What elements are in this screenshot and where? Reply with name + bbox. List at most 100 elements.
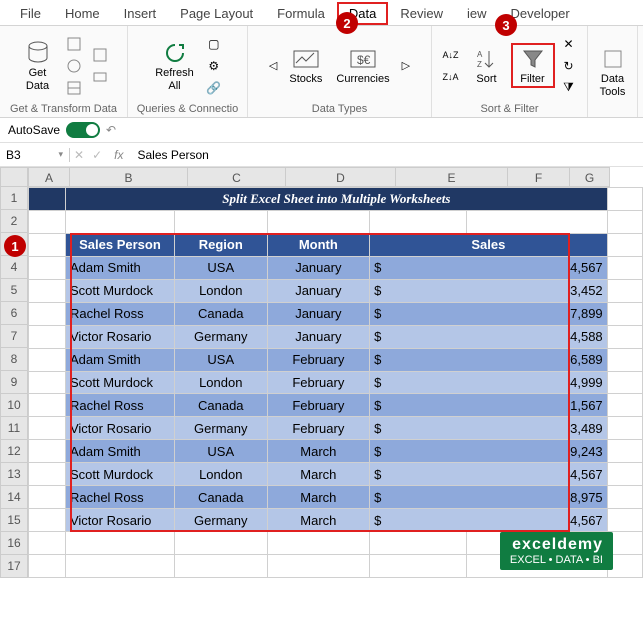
row-header-12[interactable]: 12 bbox=[0, 440, 28, 463]
formula-input[interactable]: Sales Person bbox=[131, 148, 643, 162]
cell-blank[interactable] bbox=[29, 463, 66, 486]
cell-person[interactable]: Rachel Ross bbox=[65, 486, 174, 509]
col-header-G[interactable]: G bbox=[570, 167, 610, 187]
cell-blank[interactable] bbox=[29, 210, 66, 233]
cell-person[interactable]: Adam Smith bbox=[65, 256, 174, 279]
cell-currency[interactable]: $ bbox=[370, 463, 467, 486]
cell-person[interactable]: Rachel Ross bbox=[65, 302, 174, 325]
header-sales-person[interactable]: Sales Person bbox=[65, 233, 174, 256]
currencies-button[interactable]: $€ Currencies bbox=[330, 43, 395, 87]
cell-currency[interactable]: $ bbox=[370, 394, 467, 417]
header-region[interactable]: Region bbox=[174, 233, 267, 256]
cell-person[interactable]: Rachel Ross bbox=[65, 394, 174, 417]
cell-person[interactable]: Victor Rosario bbox=[65, 417, 174, 440]
row-header-1[interactable]: 1 bbox=[0, 187, 28, 210]
cell-sales[interactable]: 4,567 bbox=[467, 509, 607, 532]
cell-blank[interactable] bbox=[607, 509, 642, 532]
cell-blank[interactable] bbox=[607, 325, 642, 348]
cell-region[interactable]: Germany bbox=[174, 509, 267, 532]
cell-blank[interactable] bbox=[65, 532, 174, 555]
cell-month[interactable]: January bbox=[267, 279, 370, 302]
cell-month[interactable]: March bbox=[267, 463, 370, 486]
advanced-icon[interactable]: ⧩ bbox=[559, 78, 579, 98]
cell-currency[interactable]: $ bbox=[370, 417, 467, 440]
from-table-icon[interactable] bbox=[64, 78, 84, 98]
select-all-corner[interactable] bbox=[0, 167, 28, 187]
clear-filter-icon[interactable]: ✕ bbox=[559, 34, 579, 54]
col-header-E[interactable]: E bbox=[396, 167, 508, 187]
cell-month[interactable]: February bbox=[267, 348, 370, 371]
cell-month[interactable]: February bbox=[267, 417, 370, 440]
row-header-4[interactable]: 4 bbox=[0, 256, 28, 279]
cancel-icon[interactable]: ✕ bbox=[70, 148, 88, 162]
cell-region[interactable]: Germany bbox=[174, 325, 267, 348]
next-datatype-icon[interactable]: ▷ bbox=[398, 57, 414, 74]
cell-blank[interactable] bbox=[370, 532, 467, 555]
cell-blank[interactable] bbox=[607, 417, 642, 440]
cell-person[interactable]: Scott Murdock bbox=[65, 371, 174, 394]
cell-sales[interactable]: 4,999 bbox=[467, 371, 607, 394]
col-header-C[interactable]: C bbox=[188, 167, 286, 187]
cell-currency[interactable]: $ bbox=[370, 440, 467, 463]
tab-home[interactable]: Home bbox=[53, 2, 112, 25]
cell-person[interactable]: Scott Murdock bbox=[65, 463, 174, 486]
cell-sales[interactable]: 4,567 bbox=[467, 256, 607, 279]
get-data-button[interactable]: Get Data bbox=[16, 37, 60, 93]
row-header-17[interactable]: 17 bbox=[0, 555, 28, 578]
cell-month[interactable]: March bbox=[267, 486, 370, 509]
col-header-A[interactable]: A bbox=[28, 167, 70, 187]
cell-blank[interactable] bbox=[29, 440, 66, 463]
col-header-D[interactable]: D bbox=[286, 167, 396, 187]
row-header-15[interactable]: 15 bbox=[0, 509, 28, 532]
cell-month[interactable]: February bbox=[267, 371, 370, 394]
reapply-icon[interactable]: ↻ bbox=[559, 56, 579, 76]
enter-icon[interactable]: ✓ bbox=[88, 148, 106, 162]
cell-person[interactable]: Scott Murdock bbox=[65, 279, 174, 302]
cell-currency[interactable]: $ bbox=[370, 486, 467, 509]
cell-blank[interactable] bbox=[29, 532, 66, 555]
tab-review[interactable]: Review bbox=[388, 2, 455, 25]
autosave-toggle[interactable] bbox=[66, 122, 100, 138]
from-web-icon[interactable] bbox=[64, 56, 84, 76]
cell-blank[interactable] bbox=[29, 233, 66, 256]
cell-sales[interactable]: 8,975 bbox=[467, 486, 607, 509]
cell-region[interactable]: Canada bbox=[174, 302, 267, 325]
cell-region[interactable]: London bbox=[174, 279, 267, 302]
cell-blank[interactable] bbox=[29, 348, 66, 371]
row-header-9[interactable]: 9 bbox=[0, 371, 28, 394]
col-header-F[interactable]: F bbox=[508, 167, 570, 187]
stocks-button[interactable]: Stocks bbox=[283, 43, 328, 87]
cell-blank[interactable] bbox=[65, 555, 174, 578]
cell-currency[interactable]: $ bbox=[370, 256, 467, 279]
cell-sales[interactable]: 3,452 bbox=[467, 279, 607, 302]
row-header-8[interactable]: 8 bbox=[0, 348, 28, 371]
refresh-all-button[interactable]: Refresh All bbox=[149, 37, 200, 93]
col-header-B[interactable]: B bbox=[70, 167, 188, 187]
cell-person[interactable]: Adam Smith bbox=[65, 348, 174, 371]
cell-blank[interactable] bbox=[370, 555, 467, 578]
sort-button[interactable]: AZ Sort bbox=[465, 43, 509, 87]
cell-blank[interactable] bbox=[29, 279, 66, 302]
cell-region[interactable]: USA bbox=[174, 256, 267, 279]
row-header-7[interactable]: 7 bbox=[0, 325, 28, 348]
cell-blank[interactable] bbox=[607, 256, 642, 279]
cell-sales[interactable]: 6,589 bbox=[467, 348, 607, 371]
tab-view[interactable]: iew bbox=[455, 2, 499, 25]
header-sales[interactable]: Sales bbox=[370, 233, 608, 256]
cell-region[interactable]: Canada bbox=[174, 394, 267, 417]
queries-icon[interactable]: ▢ bbox=[204, 34, 224, 54]
cell-blank[interactable] bbox=[29, 371, 66, 394]
cell-sales[interactable]: 7,899 bbox=[467, 302, 607, 325]
cell-blank[interactable] bbox=[607, 302, 642, 325]
cell-currency[interactable]: $ bbox=[370, 348, 467, 371]
cell-person[interactable]: Victor Rosario bbox=[65, 325, 174, 348]
cell-currency[interactable]: $ bbox=[370, 302, 467, 325]
cell-region[interactable]: Canada bbox=[174, 486, 267, 509]
cell-region[interactable]: USA bbox=[174, 348, 267, 371]
row-header-2[interactable]: 2 bbox=[0, 210, 28, 233]
cell-month[interactable]: March bbox=[267, 440, 370, 463]
cell-blank[interactable] bbox=[267, 555, 370, 578]
filter-button[interactable]: Filter bbox=[511, 43, 555, 87]
cell-person[interactable]: Adam Smith bbox=[65, 440, 174, 463]
row-header-10[interactable]: 10 bbox=[0, 394, 28, 417]
